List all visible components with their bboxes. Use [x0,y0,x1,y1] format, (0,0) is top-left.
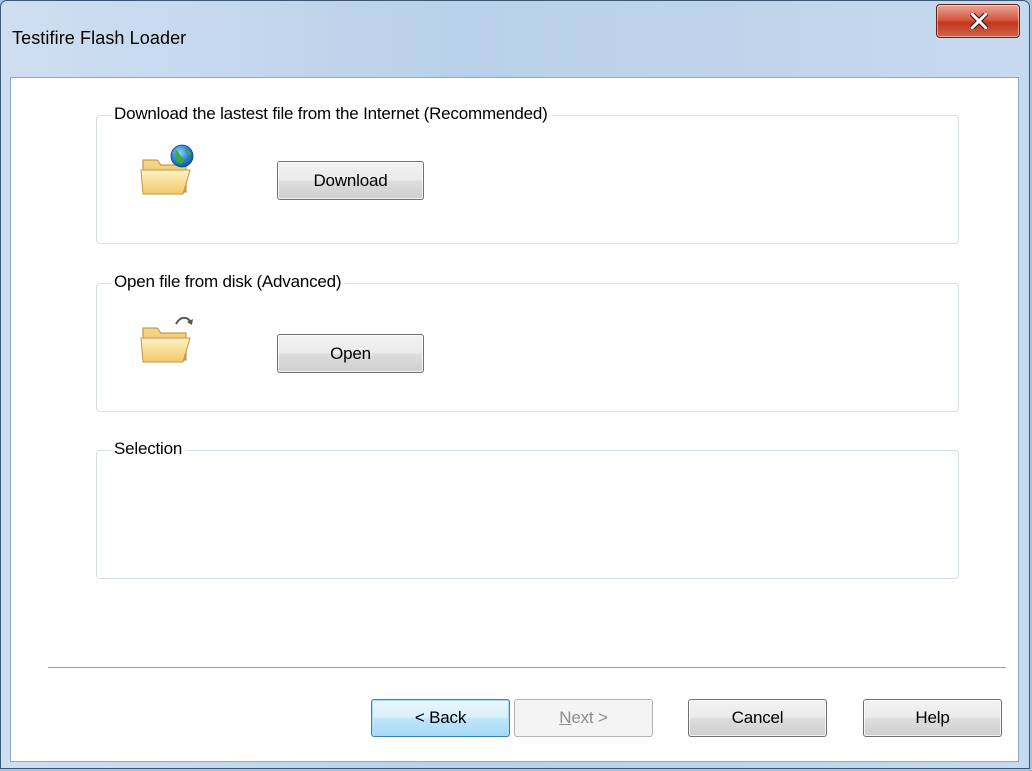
folder-open-arrow-icon [140,316,193,363]
help-button[interactable]: Help [863,699,1002,737]
next-label-rest: ext > [571,708,608,727]
folder-globe-icon [140,144,194,195]
selection-group-label: Selection [111,439,187,459]
next-mnemonic: N [559,708,572,727]
download-groupbox: Download the lastest file from the Inter… [96,104,959,244]
dialog-client-area: Download the lastest file from the Inter… [10,77,1019,762]
back-button[interactable]: < Back [371,699,510,737]
close-icon [970,13,988,29]
open-group-label: Open file from disk (Advanced) [111,272,346,292]
selection-groupbox: Selection [96,439,959,579]
download-button[interactable]: Download [277,161,424,200]
cancel-button[interactable]: Cancel [688,699,827,737]
title-bar[interactable]: Testifire Flash Loader [1,1,1031,77]
window-title: Testifire Flash Loader [12,28,187,48]
footer-separator [48,667,1006,669]
download-group-label: Download the lastest file from the Inter… [111,104,552,124]
open-button[interactable]: Open [277,334,424,373]
open-groupbox: Open file from disk (Advanced) Open [96,272,959,412]
close-button[interactable] [936,4,1020,38]
dialog-window: Testifire Flash Loader Download the last… [0,0,1030,769]
next-button[interactable]: Next > [514,699,653,737]
